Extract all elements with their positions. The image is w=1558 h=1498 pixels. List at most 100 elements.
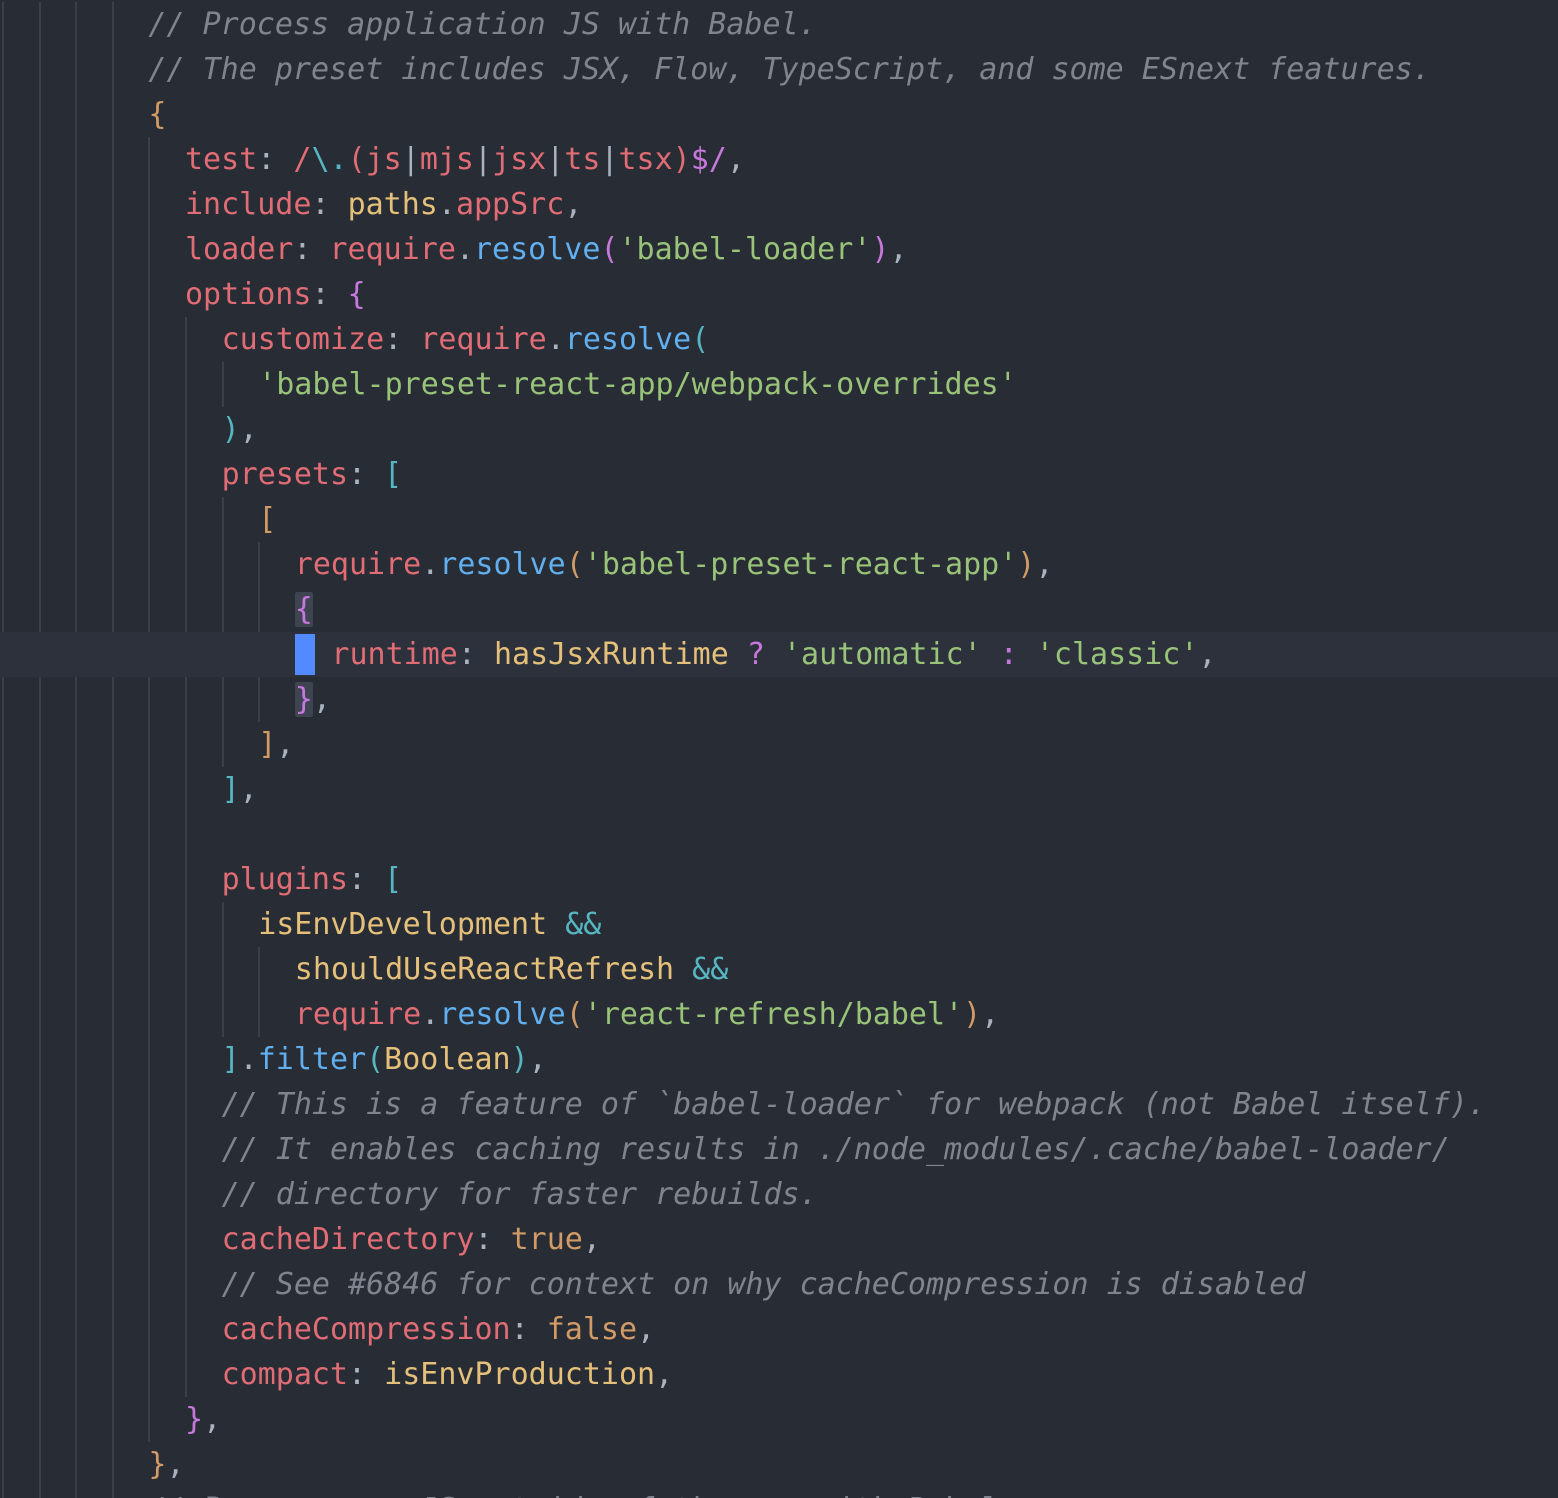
code-token: ] <box>221 1042 240 1077</box>
code-line-content: // It enables caching results in ./node_… <box>222 1127 1450 1172</box>
code-token: && <box>674 952 747 987</box>
code-line[interactable]: cacheDirectory: true, <box>0 1217 1558 1262</box>
code-line-content: cacheCompression: false, <box>222 1307 655 1352</box>
code-token: : <box>348 457 385 492</box>
code-line[interactable]: // Process any JS outside of the app wit… <box>0 1487 1558 1498</box>
code-line[interactable]: }, <box>0 1397 1558 1442</box>
code-token: ) <box>963 997 982 1032</box>
code-line[interactable]: // The preset includes JSX, Flow, TypeSc… <box>0 47 1558 92</box>
code-line[interactable]: // This is a feature of `babel-loader` f… <box>0 1082 1558 1127</box>
code-token: . <box>437 187 456 222</box>
code-comment: // See #6846 for context on why cacheCom… <box>221 1267 1306 1302</box>
code-token: isEnvDevelopment <box>258 907 548 942</box>
code-token: ts <box>564 142 601 177</box>
code-line[interactable]: test: /\.(js|mjs|jsx|ts|tsx)$/, <box>0 137 1558 182</box>
code-token: compact <box>221 1357 349 1392</box>
code-line[interactable]: ], <box>0 767 1558 812</box>
code-token: . <box>421 547 440 582</box>
code-token: paths <box>347 187 438 222</box>
code-token: , <box>239 772 258 807</box>
code-line-content: { <box>294 587 313 632</box>
code-token: 'automatic' <box>782 637 982 672</box>
code-line-content: options: { <box>185 272 366 317</box>
code-line[interactable]: require.resolve('react-refresh/babel'), <box>0 992 1558 1037</box>
code-line-content: test: /\.(js|mjs|jsx|ts|tsx)$/, <box>185 137 745 182</box>
code-line-content: plugins: [ <box>222 857 403 902</box>
code-line-content: // Process application JS with Babel. <box>148 2 816 47</box>
code-comment: // Process any JS outside of the app wit… <box>148 1492 1015 1498</box>
code-token: : <box>311 277 348 312</box>
code-line[interactable]: // directory for faster rebuilds. <box>0 1172 1558 1217</box>
code-token: : <box>348 862 385 897</box>
code-line[interactable]: ].filter(Boolean), <box>0 1037 1558 1082</box>
code-line[interactable]: loader: require.resolve('babel-loader'), <box>0 227 1558 272</box>
code-line-content: include: paths.appSrc, <box>185 182 582 227</box>
code-token: : <box>981 637 1036 672</box>
code-token: ( <box>691 322 710 357</box>
code-line[interactable]: include: paths.appSrc, <box>0 182 1558 227</box>
code-line[interactable]: compact: isEnvProduction, <box>0 1352 1558 1397</box>
code-token: ) <box>510 1042 529 1077</box>
code-token: | <box>600 142 619 177</box>
code-token: , <box>1198 637 1217 672</box>
code-token: , <box>564 187 583 222</box>
code-line[interactable] <box>0 812 1558 857</box>
code-token: ] <box>221 772 240 807</box>
code-token: options <box>185 277 312 312</box>
code-token: [ <box>384 457 403 492</box>
code-token: } <box>148 1447 167 1482</box>
code-line[interactable]: shouldUseReactRefresh && <box>0 947 1558 992</box>
code-token: require <box>294 997 422 1032</box>
code-token: ) <box>221 412 240 447</box>
code-token: appSrc <box>455 187 565 222</box>
code-line[interactable]: require.resolve('babel-preset-react-app'… <box>0 542 1558 587</box>
code-line[interactable]: }, <box>0 677 1558 722</box>
code-token: : <box>510 1312 547 1347</box>
code-token: resolve <box>564 322 692 357</box>
code-line[interactable]: }, <box>0 1442 1558 1487</box>
code-token: isEnvProduction <box>384 1357 656 1392</box>
code-line[interactable]: // See #6846 for context on why cacheCom… <box>0 1262 1558 1307</box>
code-line[interactable]: 'babel-preset-react-app/webpack-override… <box>0 362 1558 407</box>
code-token: , <box>203 1402 222 1437</box>
code-token: } <box>294 682 313 717</box>
code-line-content: // This is a feature of `babel-loader` f… <box>222 1082 1486 1127</box>
code-token: . <box>421 997 440 1032</box>
code-line[interactable]: [ <box>0 497 1558 542</box>
text-cursor <box>294 634 315 675</box>
code-line-content: }, <box>148 1442 184 1487</box>
code-line-content: ].filter(Boolean), <box>222 1037 547 1082</box>
code-line-content: 'babel-preset-react-app/webpack-override… <box>258 362 1017 407</box>
code-line[interactable]: cacheCompression: false, <box>0 1307 1558 1352</box>
code-line-content: loader: require.resolve('babel-loader'), <box>185 227 908 272</box>
code-token: cacheDirectory <box>221 1222 475 1257</box>
code-token: ) <box>871 232 890 267</box>
code-line[interactable]: ], <box>0 722 1558 767</box>
code-token: | <box>474 142 493 177</box>
code-line[interactable]: options: { <box>0 272 1558 317</box>
code-token: | <box>546 142 565 177</box>
code-line[interactable]: { <box>0 587 1558 632</box>
code-line[interactable]: plugins: [ <box>0 857 1558 902</box>
code-line-content: runtime: hasJsxRuntime ? 'automatic' : '… <box>331 632 1216 677</box>
code-token: 'babel-preset-react-app' <box>583 547 1018 582</box>
code-line-content: ], <box>222 767 258 812</box>
code-line[interactable]: isEnvDevelopment && <box>0 902 1558 947</box>
code-line[interactable]: // Process application JS with Babel. <box>0 2 1558 47</box>
code-token: Boolean <box>384 1042 511 1077</box>
code-token: filter <box>257 1042 367 1077</box>
code-token: ? <box>728 637 783 672</box>
code-line[interactable]: presets: [ <box>0 452 1558 497</box>
code-token: 'react-refresh/babel' <box>583 997 964 1032</box>
code-line[interactable]: ), <box>0 407 1558 452</box>
code-token: resolve <box>474 232 601 267</box>
code-line[interactable]: { <box>0 92 1558 137</box>
code-line[interactable]: runtime: hasJsxRuntime ? 'automatic' : '… <box>0 632 1558 677</box>
code-token: , <box>312 682 331 717</box>
code-editor[interactable]: // Process application JS with Babel. // … <box>0 0 1558 1498</box>
code-token: { <box>294 592 313 627</box>
code-line[interactable]: // It enables caching results in ./node_… <box>0 1127 1558 1172</box>
code-line-content: ], <box>258 722 294 767</box>
code-token: require <box>294 547 422 582</box>
code-line[interactable]: customize: require.resolve( <box>0 317 1558 362</box>
